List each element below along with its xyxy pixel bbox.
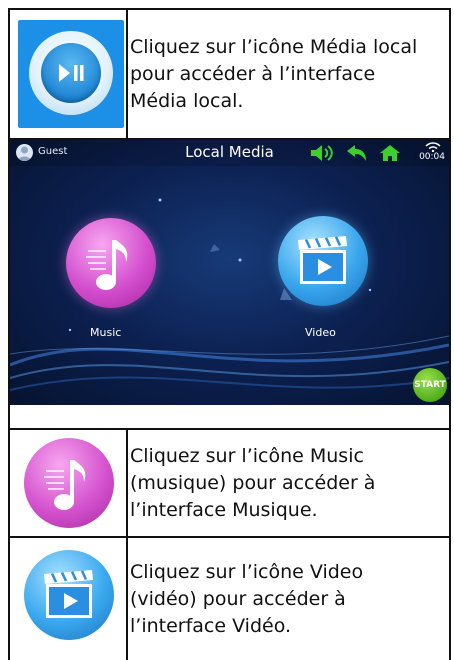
instruction-table: Cliquez sur l’icône Média local pour acc… [8, 8, 451, 660]
row-video: Cliquez sur l’icône Video (vidéo) pour a… [8, 536, 451, 660]
music-note-icon [86, 240, 128, 290]
music-icon[interactable] [24, 438, 114, 528]
wifi-icon [425, 142, 441, 152]
local-media-screen: Guest Local Media 00:04 Music Video STAR… [10, 140, 449, 405]
instruction-line: Média local. [130, 89, 244, 112]
row-screenshot: Guest Local Media 00:04 Music Video STAR… [8, 138, 451, 428]
instruction-line: Cliquez sur l’icône Music [130, 444, 364, 467]
video-app-button[interactable] [278, 216, 368, 306]
back-icon[interactable] [346, 144, 368, 162]
instruction-line: l’interface Vidéo. [130, 614, 292, 637]
instruction-line: Cliquez sur l’icône Video [130, 560, 364, 583]
instruction-line: (vidéo) pour accéder à [130, 587, 346, 610]
icon-cell [10, 10, 128, 138]
music-note-icon [44, 460, 86, 510]
instruction-line: (musique) pour accéder à [130, 471, 376, 494]
play-pause-icon [59, 64, 84, 82]
local-media-outer-ring [29, 31, 113, 115]
instruction-line: l’interface Musique. [130, 498, 318, 521]
clapperboard-icon [298, 236, 347, 284]
instruction-line: pour accéder à l’interface [130, 62, 376, 85]
row-music: Cliquez sur l’icône Music (musique) pour… [8, 428, 451, 536]
video-app-label: Video [305, 326, 336, 339]
video-icon[interactable] [24, 550, 114, 640]
icon-cell [10, 538, 128, 660]
instruction-text: Cliquez sur l’icône Music (musique) pour… [130, 430, 441, 536]
instruction-text: Cliquez sur l’icône Video (vidéo) pour a… [130, 538, 441, 660]
local-media-icon[interactable] [18, 20, 124, 128]
volume-icon[interactable] [309, 144, 335, 162]
start-button[interactable]: START [413, 368, 447, 402]
status-bar: Guest Local Media 00:04 [10, 140, 449, 166]
music-app-label: Music [90, 326, 122, 339]
clock: 00:04 [419, 152, 445, 162]
local-media-inner-disc [41, 43, 101, 103]
instruction-line: Cliquez sur l’icône Média local [130, 35, 418, 58]
music-app-button[interactable] [66, 218, 156, 308]
clapperboard-icon [44, 570, 93, 618]
icon-cell [10, 430, 128, 536]
home-icon[interactable] [379, 144, 401, 162]
row-local-media: Cliquez sur l’icône Média local pour acc… [8, 8, 451, 138]
instruction-text: Cliquez sur l’icône Média local pour acc… [130, 10, 441, 138]
